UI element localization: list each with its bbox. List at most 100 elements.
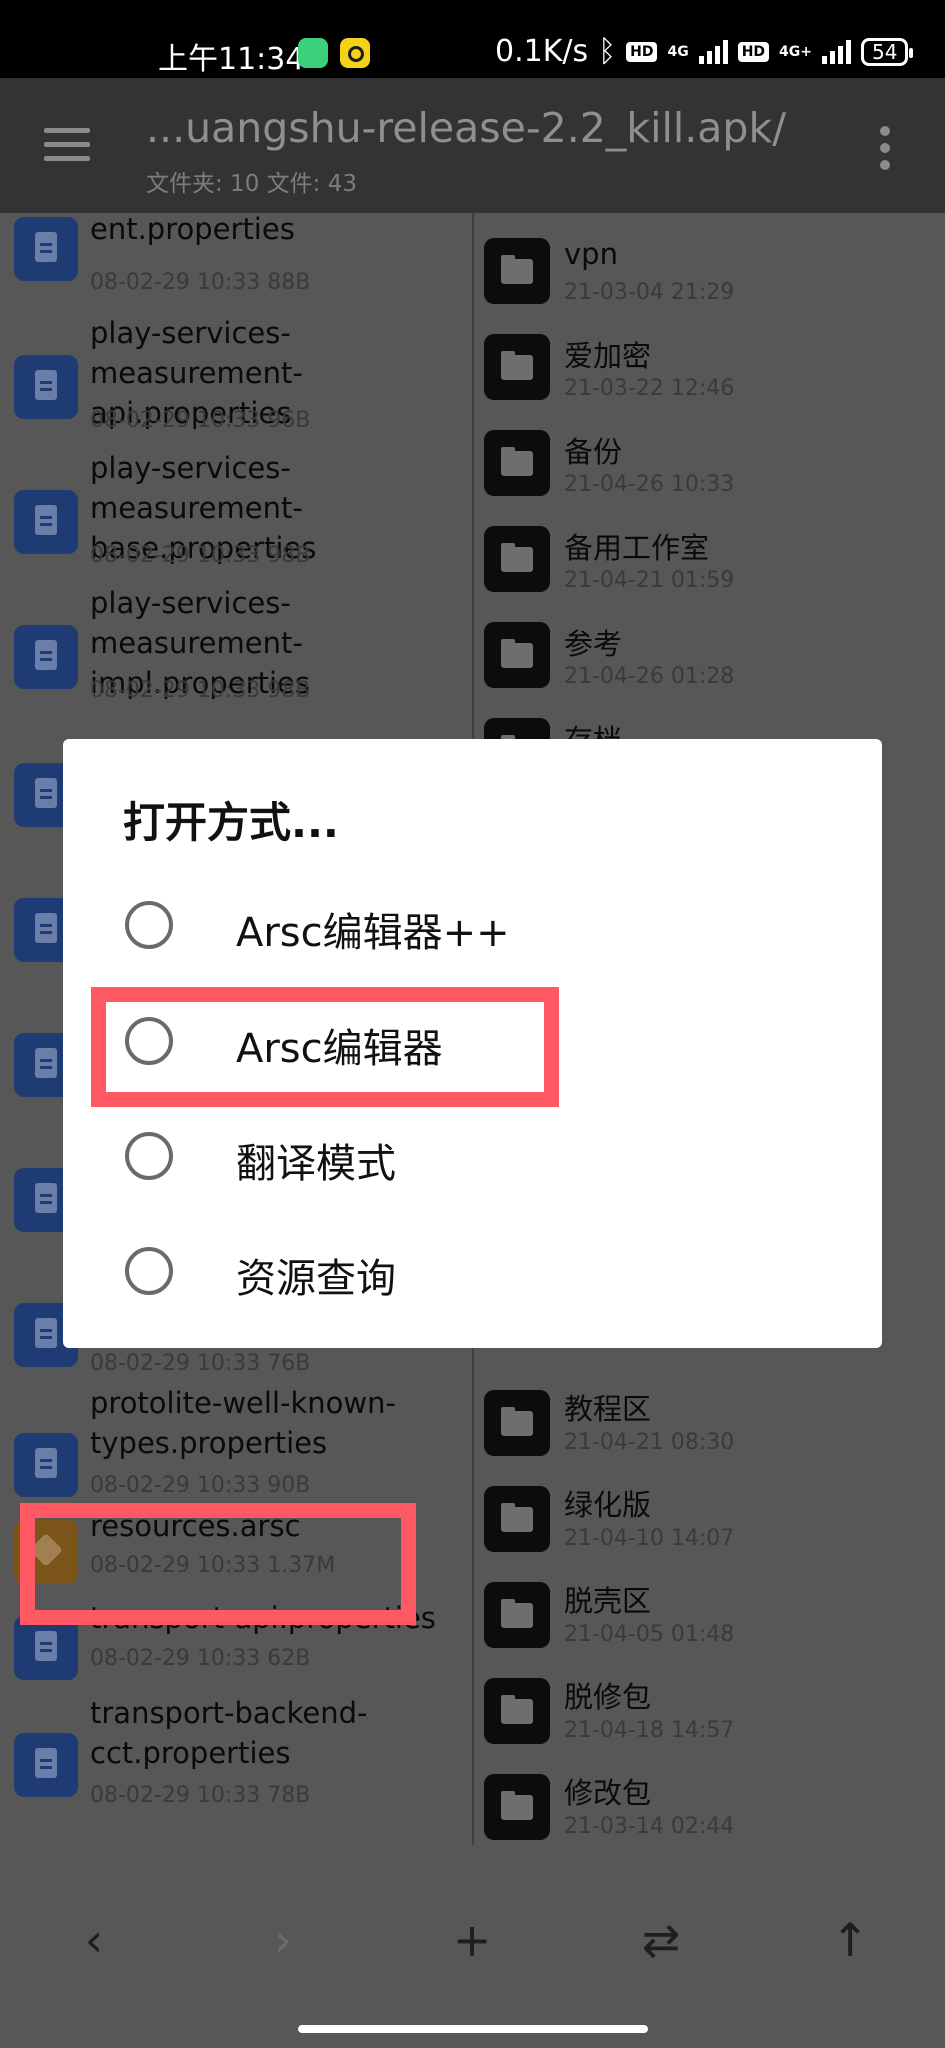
network-speed: 0.1K/s xyxy=(495,34,589,69)
add-button[interactable]: + xyxy=(432,1900,512,1980)
path-counts: 文件夹: 10 文件: 43 xyxy=(146,171,357,197)
option-label: Arsc编辑器++ xyxy=(236,910,510,956)
radio-unchecked-icon[interactable] xyxy=(125,901,173,949)
document-icon xyxy=(14,217,78,281)
document-icon xyxy=(14,1733,78,1797)
folder-name: 爱加密 xyxy=(564,339,652,373)
folder-icon xyxy=(484,334,550,400)
file-name: ent.properties xyxy=(90,213,295,246)
option-arsc-editor-plus[interactable]: Arsc编辑器++ xyxy=(63,870,882,980)
network-type: 4G xyxy=(667,43,689,60)
file-item[interactable]: play-services-measurement-api.properties… xyxy=(0,313,472,448)
folder-icon xyxy=(484,1390,550,1456)
home-indicator[interactable] xyxy=(298,2025,648,2033)
option-resource-query[interactable]: 资源查询 xyxy=(63,1216,882,1326)
file-name: protolite-well-known-types.properties xyxy=(90,1386,396,1460)
signal-icon xyxy=(698,39,728,64)
file-item[interactable]: play-services-measurement-impl.propertie… xyxy=(0,583,472,718)
status-time: 上午11:34 xyxy=(158,42,305,77)
folder-name: 备份 xyxy=(564,435,623,469)
radio-unchecked-icon[interactable] xyxy=(125,1132,173,1180)
document-icon xyxy=(14,1433,78,1497)
folder-meta: 21-04-21 01:59 xyxy=(564,568,735,593)
forward-button[interactable]: › xyxy=(243,1900,323,1980)
folder-meta: 21-03-04 21:29 xyxy=(564,280,735,305)
bottom-toolbar: ‹ › + ⇄ ↑ xyxy=(0,1845,945,2048)
file-meta: 08-02-29 10:33 88B xyxy=(90,270,311,295)
folder-icon xyxy=(484,1486,550,1552)
option-translate-mode[interactable]: 翻译模式 xyxy=(63,1101,882,1211)
folder-item[interactable]: 参考 21-04-26 01:28 xyxy=(474,607,945,703)
file-name: transport-backend-cct.properties xyxy=(90,1696,368,1770)
folder-meta: 21-04-10 14:07 xyxy=(564,1526,735,1551)
bluetooth-icon: ᛒ xyxy=(598,34,617,69)
folder-icon xyxy=(484,430,550,496)
folder-item[interactable]: 脱壳区 21-04-05 01:48 xyxy=(474,1560,945,1656)
file-meta: 08-02-29 10:33 76B xyxy=(90,1351,311,1376)
file-item[interactable]: play-services-measurement-base.propertie… xyxy=(0,448,472,583)
folder-item[interactable]: 爱加密 21-03-22 12:46 xyxy=(474,319,945,415)
file-meta: 08-02-29 10:33 98B xyxy=(90,678,311,703)
file-meta: 08-02-29 10:33 78B xyxy=(90,1783,311,1808)
app-notification-icon-2 xyxy=(340,38,370,68)
folder-meta: 21-04-26 10:33 xyxy=(564,472,735,497)
folder-item[interactable]: 脱修包 21-04-18 14:57 xyxy=(474,1656,945,1752)
folder-meta: 21-03-22 12:46 xyxy=(564,376,735,401)
back-button[interactable]: ‹ xyxy=(54,1900,134,1980)
folder-name: vpn xyxy=(564,237,618,271)
swap-panes-button[interactable]: ⇄ xyxy=(621,1900,701,1980)
folder-icon xyxy=(484,1582,550,1648)
radio-unchecked-icon[interactable] xyxy=(125,1247,173,1295)
document-icon xyxy=(14,625,78,689)
option-label: 资源查询 xyxy=(236,1256,396,1302)
folder-item[interactable]: 教程区 21-04-21 08:30 xyxy=(474,1368,945,1464)
more-options-icon[interactable] xyxy=(880,126,894,177)
folder-name: 绿化版 xyxy=(564,1488,652,1522)
status-bar: 上午11:34 0.1K/s ᛒ HD 4G HD 4G+ 54 xyxy=(0,0,945,78)
parent-folder-button[interactable]: ↑ xyxy=(810,1900,890,1980)
network-type-2: 4G+ xyxy=(779,43,813,60)
folder-icon xyxy=(484,526,550,592)
file-item[interactable]: transport-backend-cct.properties 08-02-2… xyxy=(0,1693,472,1843)
menu-icon[interactable] xyxy=(44,128,90,162)
folder-name: 脱修包 xyxy=(564,1680,652,1714)
folder-meta: 21-04-05 01:48 xyxy=(564,1622,735,1647)
folder-icon xyxy=(484,238,550,304)
file-meta: 08-02-29 10:33 98B xyxy=(90,543,311,568)
folder-item[interactable]: 绿化版 21-04-10 14:07 xyxy=(474,1464,945,1560)
file-meta: 08-02-29 10:33 96B xyxy=(90,408,311,433)
document-icon xyxy=(14,1616,78,1680)
folder-meta: 21-03-14 02:44 xyxy=(564,1814,735,1839)
document-icon xyxy=(14,355,78,419)
folder-item[interactable]: vpn 21-03-04 21:29 xyxy=(474,223,945,319)
folder-item[interactable]: 修改包 21-03-14 02:44 xyxy=(474,1752,945,1845)
annotation-highlight-arsc-editor xyxy=(91,987,559,1107)
folder-name: 脱壳区 xyxy=(564,1584,652,1618)
folder-icon xyxy=(484,1678,550,1744)
option-label: 翻译模式 xyxy=(236,1141,396,1187)
document-icon xyxy=(14,490,78,554)
hd-badge: HD xyxy=(626,41,658,62)
folder-name: 参考 xyxy=(564,627,623,661)
folder-item[interactable]: 备份 21-04-26 10:33 xyxy=(474,415,945,511)
path-title: ...uangshu-release-2.2_kill.apk/ xyxy=(146,104,787,152)
file-meta: 08-02-29 10:33 62B xyxy=(90,1646,311,1671)
folder-icon xyxy=(484,622,550,688)
app-notification-icon xyxy=(298,38,328,68)
battery-icon: 54 xyxy=(861,37,914,66)
folder-meta: 21-04-26 01:28 xyxy=(564,664,735,689)
folder-icon xyxy=(484,1774,550,1840)
folder-meta: 21-04-18 14:57 xyxy=(564,1718,735,1743)
folder-meta: 21-04-21 08:30 xyxy=(564,1430,735,1455)
folder-name: 教程区 xyxy=(564,1392,652,1426)
annotation-highlight-resources-arsc xyxy=(20,1503,416,1625)
folder-name: 备用工作室 xyxy=(564,531,710,565)
dialog-title: 打开方式... xyxy=(123,798,339,847)
app-bar: ...uangshu-release-2.2_kill.apk/ 文件夹: 10… xyxy=(0,78,945,213)
folder-item[interactable]: 备用工作室 21-04-21 01:59 xyxy=(474,511,945,607)
file-item[interactable]: ent.properties 08-02-29 10:33 88B xyxy=(0,213,472,313)
hd-badge-2: HD xyxy=(737,41,770,62)
folder-name: 修改包 xyxy=(564,1776,652,1810)
signal-icon-2 xyxy=(822,39,852,64)
file-meta: 08-02-29 10:33 90B xyxy=(90,1473,311,1498)
